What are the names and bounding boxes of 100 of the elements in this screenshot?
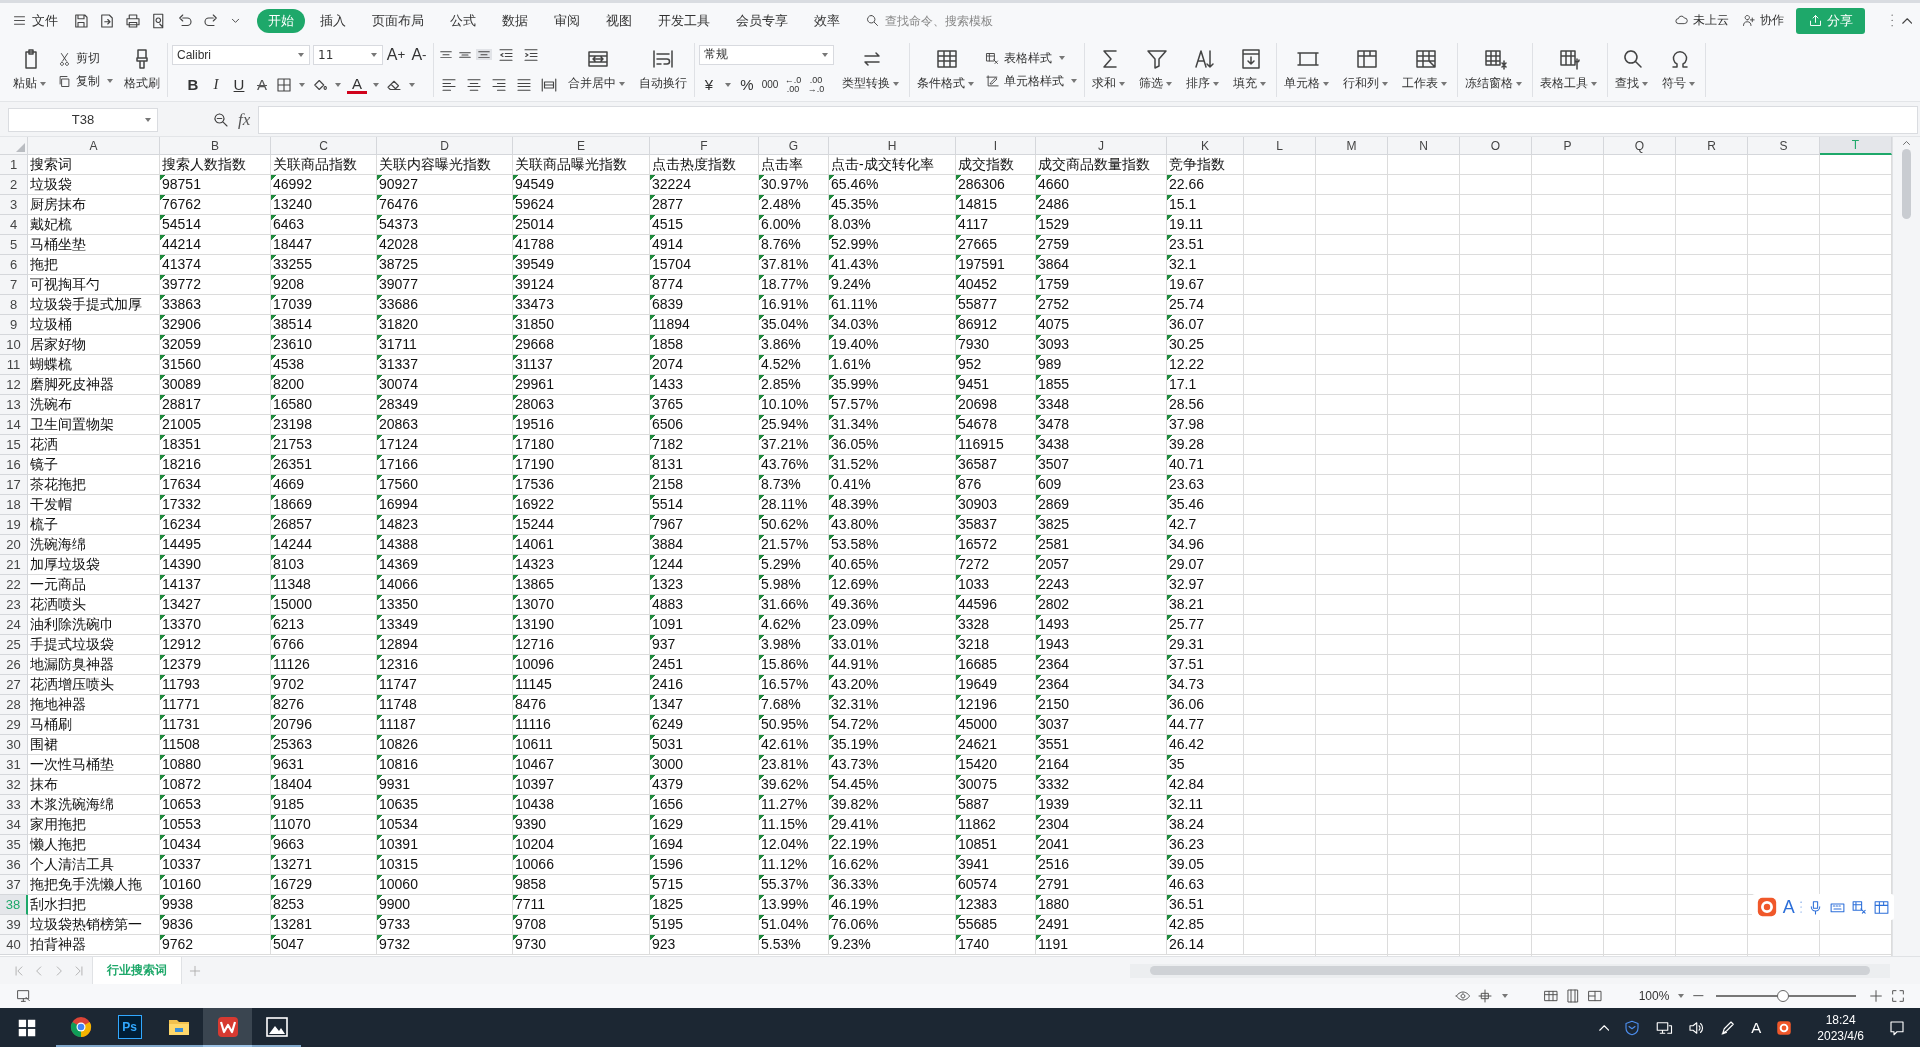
cell-style-button[interactable]: 单元格样式 (985, 72, 1080, 90)
column-header[interactable]: J (1036, 137, 1167, 155)
menu-tab[interactable]: 视图 (595, 8, 643, 33)
fill-button[interactable]: 填充 (1230, 45, 1272, 94)
menu-tab[interactable]: 会员专享 (725, 8, 799, 33)
function-label[interactable]: fx (238, 109, 251, 130)
row-number[interactable]: 10 (0, 335, 28, 355)
row-number[interactable]: 39 (0, 915, 28, 935)
paste-button[interactable]: 粘贴 (10, 45, 52, 94)
row-number[interactable]: 4 (0, 215, 28, 235)
wrap-text-button[interactable]: 自动换行 (636, 45, 690, 94)
row-number[interactable]: 24 (0, 615, 28, 635)
menu-tab[interactable]: 公式 (439, 8, 487, 33)
number-format-field[interactable]: 常规 (699, 44, 834, 65)
column-header[interactable]: A (28, 137, 160, 155)
menu-tab[interactable]: 审阅 (543, 8, 591, 33)
column-header[interactable]: K (1167, 137, 1244, 155)
row-number[interactable]: 33 (0, 795, 28, 815)
row-number[interactable]: 7 (0, 275, 28, 295)
font-name-field[interactable]: Calibri (172, 44, 310, 65)
rows-columns-button[interactable]: 行和列 (1340, 45, 1394, 94)
row-number[interactable]: 19 (0, 515, 28, 535)
thousands-separator-button[interactable]: 000 (760, 73, 780, 96)
row-number[interactable]: 8 (0, 295, 28, 315)
column-header[interactable]: R (1676, 137, 1748, 155)
decrease-decimal-button[interactable]: .00 →.0 (806, 73, 826, 96)
row-number[interactable]: 30 (0, 735, 28, 755)
font-color-button[interactable]: A (347, 75, 367, 94)
copy-button[interactable]: 复制 (57, 72, 116, 90)
row-number[interactable]: 14 (0, 415, 28, 435)
column-header[interactable]: D (377, 137, 513, 155)
row-number[interactable]: 23 (0, 595, 28, 615)
font-size-field[interactable]: 11 (313, 44, 383, 65)
row-number[interactable]: 25 (0, 635, 28, 655)
row-number[interactable]: 35 (0, 835, 28, 855)
row-number[interactable]: 29 (0, 715, 28, 735)
filter-button[interactable]: 筛选 (1136, 45, 1178, 94)
column-header[interactable]: G (759, 137, 829, 155)
row-number[interactable]: 13 (0, 395, 28, 415)
zoom-level[interactable]: 100% (1638, 989, 1670, 1003)
row-number[interactable]: 20 (0, 535, 28, 555)
column-header[interactable]: C (271, 137, 377, 155)
percent-button[interactable]: % (737, 73, 757, 96)
row-number[interactable]: 31 (0, 755, 28, 775)
row-number[interactable]: 28 (0, 695, 28, 715)
bold-button[interactable]: B (183, 73, 203, 96)
find-button[interactable]: 查找 (1612, 45, 1654, 94)
row-number[interactable]: 11 (0, 355, 28, 375)
column-header[interactable]: E (513, 137, 650, 155)
row-number[interactable]: 16 (0, 455, 28, 475)
worksheet-button[interactable]: 工作表 (1399, 45, 1453, 94)
format-painter-button[interactable]: 格式刷 (121, 45, 163, 94)
column-header[interactable]: S (1748, 137, 1820, 155)
column-header[interactable]: F (650, 137, 759, 155)
clock[interactable]: 18:24 2023/4/6 (1817, 1011, 1864, 1044)
currency-button[interactable]: ¥ (699, 73, 719, 96)
menu-tab[interactable]: 插入 (309, 8, 357, 33)
row-number[interactable]: 12 (0, 375, 28, 395)
row-number[interactable]: 3 (0, 195, 28, 215)
cloud-status-button[interactable]: 未上云 (1674, 12, 1730, 29)
collaborate-button[interactable]: 协作 (1741, 12, 1785, 29)
column-header[interactable]: M (1316, 137, 1388, 155)
command-search-field[interactable]: 查找命令、搜索模板 (865, 12, 1027, 29)
sum-button[interactable]: 求和 (1089, 45, 1131, 94)
freeze-panes-button[interactable]: 冻结窗格 (1462, 45, 1528, 94)
row-number[interactable]: 40 (0, 935, 28, 955)
column-header[interactable]: N (1388, 137, 1460, 155)
column-header[interactable]: P (1532, 137, 1604, 155)
column-header[interactable]: I (956, 137, 1036, 155)
input-mode-label[interactable]: A (1782, 896, 1795, 918)
taskbar-app[interactable]: Ps (105, 1008, 154, 1047)
row-number[interactable]: 22 (0, 575, 28, 595)
underline-button[interactable]: U (229, 73, 249, 96)
column-header[interactable]: B (160, 137, 271, 155)
sort-button[interactable]: 排序 (1183, 45, 1225, 94)
column-header[interactable]: O (1460, 137, 1532, 155)
merge-center-button[interactable]: 合并居中 (565, 45, 631, 94)
column-header[interactable]: H (829, 137, 956, 155)
column-header[interactable]: L (1244, 137, 1316, 155)
input-language-label[interactable]: A (1751, 1019, 1762, 1036)
cell-button[interactable]: 单元格 (1281, 45, 1335, 94)
row-number[interactable]: 15 (0, 435, 28, 455)
menu-tab[interactable]: 数据 (491, 8, 539, 33)
row-number[interactable]: 2 (0, 175, 28, 195)
row-number[interactable]: 18 (0, 495, 28, 515)
name-box[interactable]: T38 (8, 107, 158, 132)
increase-decimal-button[interactable]: ←.0 .00 (783, 73, 803, 96)
row-number[interactable]: 5 (0, 235, 28, 255)
italic-button[interactable]: I (206, 73, 226, 96)
file-menu[interactable]: 文件 (12, 11, 58, 30)
menu-tab[interactable]: 页面布局 (361, 8, 435, 33)
row-number[interactable]: 6 (0, 255, 28, 275)
table-style-button[interactable]: 表格样式 (985, 49, 1080, 67)
strikethrough-button[interactable]: A (252, 73, 272, 96)
row-number[interactable]: 1 (0, 155, 28, 175)
menu-tab[interactable]: 开发工具 (647, 8, 721, 33)
row-number[interactable]: 32 (0, 775, 28, 795)
row-number[interactable]: 21 (0, 555, 28, 575)
table-tools-button[interactable]: 表格工具 (1537, 45, 1603, 94)
column-header[interactable]: Q (1604, 137, 1676, 155)
